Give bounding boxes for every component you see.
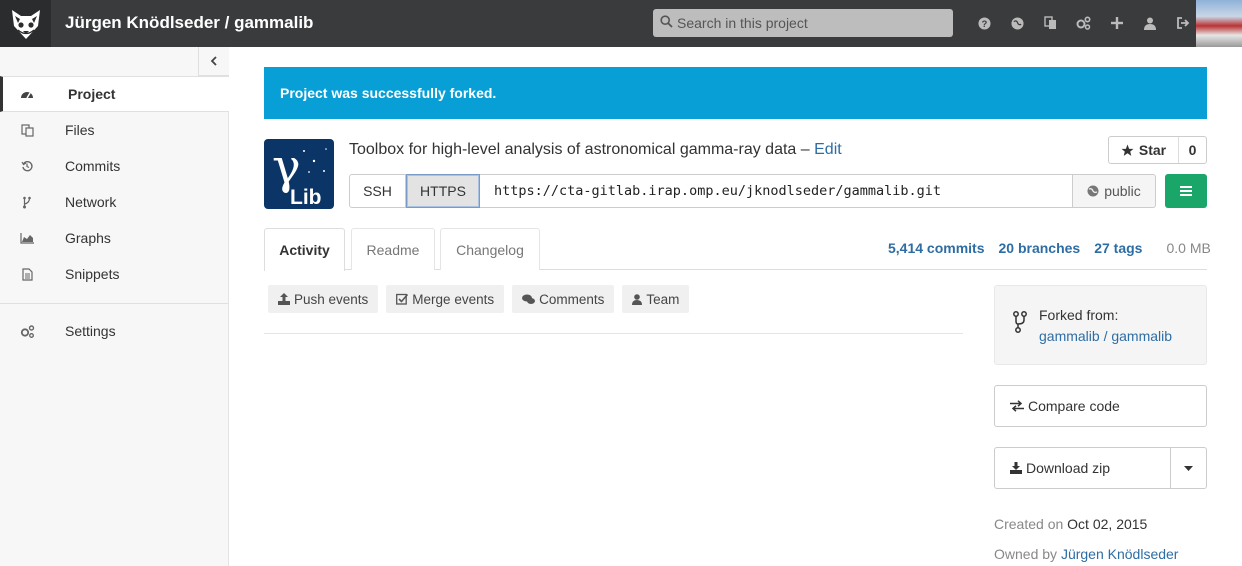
star-count: 0 bbox=[1188, 142, 1197, 158]
exchange-icon bbox=[1010, 400, 1024, 412]
project-description-text: Toolbox for high-level analysis of astro… bbox=[349, 141, 810, 158]
tab-activity[interactable]: Activity bbox=[264, 228, 345, 271]
download-icon bbox=[1010, 462, 1022, 474]
forked-from-label: Forked from: bbox=[1039, 307, 1119, 323]
sidebar-divider bbox=[0, 303, 229, 304]
filters-divider bbox=[264, 333, 963, 334]
filter-label: Comments bbox=[539, 291, 605, 307]
repo-size: 0.0 MB bbox=[1166, 240, 1211, 256]
comments-filter[interactable]: Comments bbox=[512, 285, 615, 313]
flash-notice: Project was successfully forked. bbox=[264, 67, 1207, 119]
sidebar-item-label: Files bbox=[65, 122, 95, 138]
explore-icon[interactable] bbox=[1001, 12, 1034, 34]
file-text-icon bbox=[18, 265, 36, 283]
gears-icon bbox=[18, 322, 36, 340]
star-label: Star bbox=[1138, 142, 1167, 158]
project-path-title[interactable]: Jürgen Knödlseder / gammalib bbox=[65, 13, 313, 33]
snippets-icon[interactable] bbox=[1034, 12, 1067, 34]
comments-icon bbox=[522, 294, 536, 305]
team-filter[interactable]: Team bbox=[622, 285, 690, 313]
forked-from-link[interactable]: gammalib / gammalib bbox=[1039, 328, 1172, 344]
created-prefix: Created on bbox=[994, 516, 1064, 532]
clone-panel: SSH HTTPS https://cta-gitlab.irap.omp.eu… bbox=[349, 174, 1156, 208]
owned-by: Owned by Jürgen Knödlseder bbox=[994, 546, 1178, 562]
event-filters: Push events Merge events Comments Team bbox=[268, 285, 697, 313]
area-chart-icon bbox=[18, 229, 36, 247]
edit-description-link[interactable]: Edit bbox=[814, 141, 842, 158]
help-icon[interactable]: ? bbox=[968, 12, 1001, 34]
sidebar-item-label: Graphs bbox=[65, 230, 111, 246]
collapse-sidebar-button[interactable] bbox=[198, 47, 229, 76]
sidebar-item-commits[interactable]: Commits bbox=[0, 148, 229, 184]
tab-changelog[interactable]: Changelog bbox=[440, 228, 540, 270]
sidebar-item-snippets[interactable]: Snippets bbox=[0, 256, 229, 292]
files-icon bbox=[18, 121, 36, 139]
user-avatar[interactable] bbox=[1196, 0, 1242, 47]
download-zip-button[interactable]: Download zip bbox=[994, 447, 1171, 489]
sidebar-item-project[interactable]: Project bbox=[0, 76, 229, 112]
ssh-button[interactable]: SSH bbox=[349, 174, 406, 208]
search-box[interactable] bbox=[653, 9, 953, 37]
visibility-badge: public bbox=[1073, 174, 1156, 208]
project-stats: 5,414 commits 20 branches 27 tags 0.0 MB bbox=[888, 240, 1211, 256]
plus-icon[interactable] bbox=[1100, 12, 1133, 34]
code-fork-icon bbox=[1013, 311, 1027, 336]
project-avatar-text: Lib bbox=[290, 186, 322, 209]
sidebar-item-network[interactable]: Network bbox=[0, 184, 229, 220]
user-icon bbox=[632, 293, 643, 305]
sidebar-item-graphs[interactable]: Graphs bbox=[0, 220, 229, 256]
sidebar-item-settings[interactable]: Settings bbox=[0, 313, 229, 349]
compare-code-button[interactable]: Compare code bbox=[994, 385, 1207, 427]
owner-link[interactable]: Jürgen Knödlseder bbox=[1061, 546, 1179, 562]
filter-label: Merge events bbox=[412, 291, 495, 307]
check-square-icon bbox=[396, 293, 409, 305]
sidebar: Project Files Commits Network Graphs Sni… bbox=[0, 47, 229, 566]
clone-url-input[interactable]: https://cta-gitlab.irap.omp.eu/jknodlsed… bbox=[480, 174, 1073, 208]
logout-icon[interactable] bbox=[1166, 12, 1199, 34]
upload-icon bbox=[278, 293, 290, 305]
forked-from-panel: Forked from: gammalib / gammalib bbox=[994, 285, 1207, 365]
profile-icon[interactable] bbox=[1133, 12, 1166, 34]
merge-events-filter[interactable]: Merge events bbox=[386, 285, 505, 313]
visibility-label: public bbox=[1104, 183, 1141, 199]
top-navbar: Jürgen Knödlseder / gammalib ? bbox=[0, 0, 1242, 47]
gitlab-logo-icon[interactable] bbox=[0, 0, 51, 47]
sidebar-item-label: Settings bbox=[65, 323, 116, 339]
compare-code-label: Compare code bbox=[1028, 398, 1120, 414]
hamburger-icon bbox=[1180, 186, 1192, 196]
filter-label: Push events bbox=[294, 291, 369, 307]
sidebar-item-label: Network bbox=[65, 194, 117, 210]
search-icon bbox=[660, 15, 673, 31]
sidebar-item-label: Project bbox=[68, 86, 116, 102]
star-button[interactable]: Star 0 bbox=[1108, 136, 1207, 164]
https-button[interactable]: HTTPS bbox=[406, 174, 480, 208]
history-icon bbox=[18, 157, 36, 175]
project-menu-button[interactable] bbox=[1165, 174, 1207, 208]
star-icon bbox=[1121, 144, 1134, 156]
globe-icon bbox=[1087, 185, 1099, 197]
sidebar-item-files[interactable]: Files bbox=[0, 112, 229, 148]
dashboard-icon bbox=[18, 85, 36, 103]
svg-text:?: ? bbox=[982, 18, 988, 28]
admin-gears-icon[interactable] bbox=[1067, 12, 1100, 34]
owned-prefix: Owned by bbox=[994, 546, 1058, 562]
tags-count-link[interactable]: 27 tags bbox=[1094, 240, 1142, 256]
download-options-dropdown[interactable] bbox=[1170, 447, 1207, 489]
chevron-left-icon bbox=[210, 56, 217, 66]
sidebar-item-label: Commits bbox=[65, 158, 121, 174]
project-avatar: γ Lib bbox=[264, 139, 334, 209]
project-description: Toolbox for high-level analysis of astro… bbox=[349, 141, 842, 159]
branch-icon bbox=[18, 193, 36, 211]
tab-readme[interactable]: Readme bbox=[351, 228, 435, 270]
commits-count-link[interactable]: 5,414 commits bbox=[888, 240, 985, 256]
caret-down-icon bbox=[1184, 465, 1193, 471]
branches-count-link[interactable]: 20 branches bbox=[999, 240, 1081, 256]
sidebar-item-label: Snippets bbox=[65, 266, 120, 282]
created-date: Created on Oct 02, 2015 bbox=[994, 516, 1147, 532]
push-events-filter[interactable]: Push events bbox=[268, 285, 379, 313]
filter-label: Team bbox=[646, 291, 680, 307]
download-zip-label: Download zip bbox=[1026, 460, 1111, 476]
search-input[interactable] bbox=[677, 15, 937, 31]
created-date-value: Oct 02, 2015 bbox=[1067, 516, 1148, 532]
